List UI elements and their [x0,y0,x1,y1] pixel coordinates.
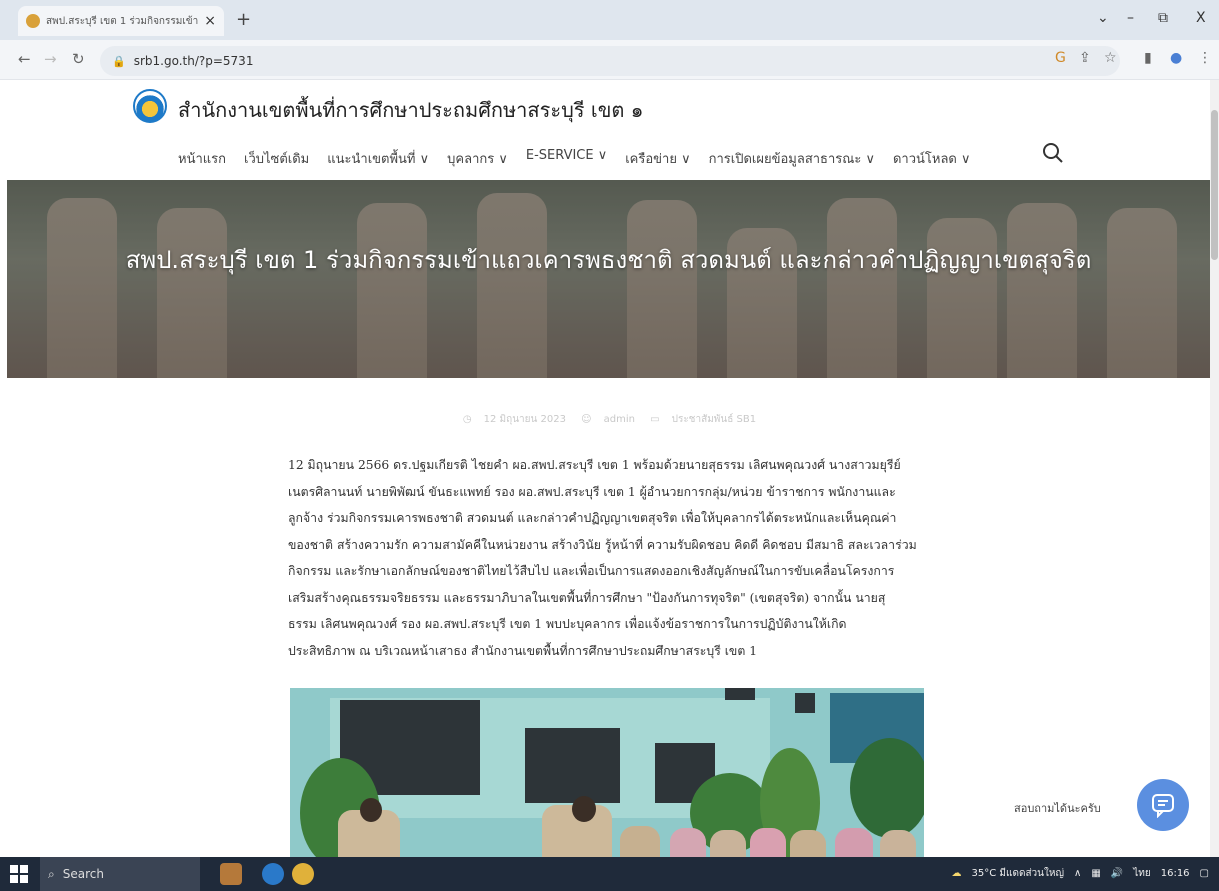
photo-person [790,830,826,860]
article-photo[interactable] [290,688,924,860]
taskbar-search-icon: ⌕ [48,866,55,881]
post-date: 12 มิถุนายน 2023 [483,414,566,425]
reload-icon[interactable]: ↻ [72,50,85,68]
menu-item-download[interactable]: ดาวน์โหลด ∨ [893,148,971,169]
volume-icon[interactable]: 🔊 [1111,868,1123,879]
menu-item-personnel[interactable]: บุคลากร ∨ [447,148,508,169]
photo-window [795,693,815,713]
tab-title: สพป.สระบุรี เขต 1 ร่วมกิจกรรมเข้าแ [46,15,199,27]
site-logo-icon[interactable] [133,89,167,123]
menu-item-public-disclosure[interactable]: การเปิดเผยข้อมูลสาธารณะ ∨ [709,148,875,169]
author-icon: ☺ [581,414,592,425]
notification-icon[interactable]: ▢ [1200,868,1209,879]
photo-person-head [360,798,382,822]
photo-person-head [572,796,596,822]
article-line: 12 มิถุนายน 2566 ดร.ปฐมเกียรติ ไชยคำ ผอ.… [288,458,901,472]
taskbar-search[interactable]: ⌕ Search [40,857,200,891]
lock-icon: 🔒 [112,54,126,68]
chat-prompt-label: สอบถามได้นะครับ [1014,802,1101,815]
bookmark-star-icon[interactable]: ☆ [1104,50,1117,66]
menu-item-home[interactable]: หน้าแรก [178,148,226,169]
system-tray: ☁ 35°C มีแดดส่วนใหญ่ ∧ ▦ 🔊 ไทย 16:16 ▢ [952,866,1209,881]
chat-button[interactable] [1137,779,1189,831]
menu-item-e-service[interactable]: E-SERVICE ∨ [526,148,607,169]
browser-tab[interactable]: สพป.สระบุรี เขต 1 ร่วมกิจกรรมเข้าแ × [18,6,224,36]
menu-item-network[interactable]: เครือข่าย ∨ [625,148,690,169]
page-scrollbar[interactable] [1210,80,1219,860]
post-meta: ◷ 12 มิถุนายน 2023 ☺ admin ▭ ประชาสัมพันธ์ … [0,412,1219,427]
photo-person [835,828,873,860]
minimize-button[interactable]: – [1127,10,1134,26]
network-icon[interactable]: ▦ [1091,868,1100,879]
main-menu: หน้าแรก เว็บไซต์เดิม แนะนำเขตพื้นที่ ∨ บ… [178,148,971,169]
taskbar-search-text: Search [62,867,104,881]
address-bar[interactable]: 🔒 srb1.go.th/?p=5731 [100,46,1120,76]
post-category[interactable]: ประชาสัมพันธ์ SB1 [672,414,756,425]
article-line: ประสิทธิภาพ ณ บริเวณหน้าเสาธง สำนักงานเข… [288,643,758,658]
article-body: 12 มิถุนายน 2566 ดร.ปฐมเกียรติ ไชยคำ ผอ.… [288,452,930,664]
article-line: เนตรศิลานนท์ นายพิพัฒน์ ขันธะแพทย์ รอง ผ… [288,484,896,499]
windows-start-icon[interactable] [10,865,28,883]
photo-person [880,830,916,860]
forward-arrow-icon[interactable]: → [44,50,57,68]
menu-item-about[interactable]: แนะนำเขตพื้นที่ ∨ [327,148,429,169]
weather-icon: ☁ [951,868,962,879]
temple-widget-icon[interactable] [220,863,242,885]
article-line: ลูกจ้าง ร่วมกิจกรรมเคารพธงชาติ สวดมนต์ แ… [288,511,897,525]
back-arrow-icon[interactable]: ← [18,50,31,68]
menu-item-old-website[interactable]: เว็บไซต์เดิม [244,148,309,169]
scrollbar-thumb[interactable] [1211,110,1218,260]
tab-list-icon[interactable]: ⌄ [1097,10,1109,26]
folder-icon: ▭ [650,414,660,425]
photo-window [525,728,620,803]
clock-icon: ◷ [462,414,472,425]
site-favicon-icon [26,14,40,28]
photo-person [750,828,786,860]
photo-window [725,688,755,700]
clock-time[interactable]: 16:16 [1161,868,1190,879]
tray-chevron-icon[interactable]: ∧ [1074,868,1081,879]
browser-tab-strip: สพป.สระบุรี เขต 1 ร่วมกิจกรรมเข้าแ × + ⌄… [0,0,1219,40]
site-title[interactable]: สำนักงานเขตพื้นที่การศึกษาประถมศึกษาสระบ… [178,94,643,126]
photo-person [710,830,746,860]
tab-close-icon[interactable]: × [204,13,216,29]
restore-button[interactable]: ⧉ [1158,10,1168,26]
search-icon[interactable] [1042,142,1064,164]
side-panel-icon[interactable]: ▮ [1144,50,1152,66]
post-title: สพป.สระบุรี เขต 1 ร่วมกิจกรรมเข้าแถวเคาร… [125,246,1092,274]
article-line: ธรรม เลิศนพคุณวงศ์ รอง ผอ.สพป.สระบุรี เข… [288,617,847,631]
close-window-button[interactable]: X [1196,10,1206,26]
photo-person [670,828,706,860]
profile-icon[interactable]: ● [1170,50,1182,66]
language-indicator[interactable]: ไทย [1133,866,1150,881]
article-line: ของชาติ สร้างความรัก ความสามัคคีในหน่วยง… [288,537,917,552]
windows-taskbar: ⌕ Search ☁ 35°C มีแดดส่วนใหญ่ ∧ ▦ 🔊 ไทย … [0,857,1219,891]
url-text: srb1.go.th/?p=5731 [133,54,254,68]
chrome-browser-icon[interactable] [292,863,314,885]
share-icon[interactable]: ⇪ [1079,50,1091,66]
article-line: กิจกรรม และรักษาเอกลักษณ์ของชาติไทยไว้สื… [288,564,895,578]
google-translate-icon[interactable]: G [1055,50,1066,66]
post-author[interactable]: admin [604,414,635,425]
chat-bubble-icon [1152,794,1174,818]
new-tab-button[interactable]: + [236,9,251,30]
article-line: เสริมสร้างคุณธรรมจริยธรรม และธรรมาภิบาลใ… [288,590,886,605]
weather-text[interactable]: 35°C มีแดดส่วนใหญ่ [972,866,1064,881]
browser-menu-icon[interactable]: ⋮ [1198,50,1212,66]
photo-tree [850,738,924,838]
photo-person [620,826,660,860]
edge-browser-icon[interactable] [262,863,284,885]
